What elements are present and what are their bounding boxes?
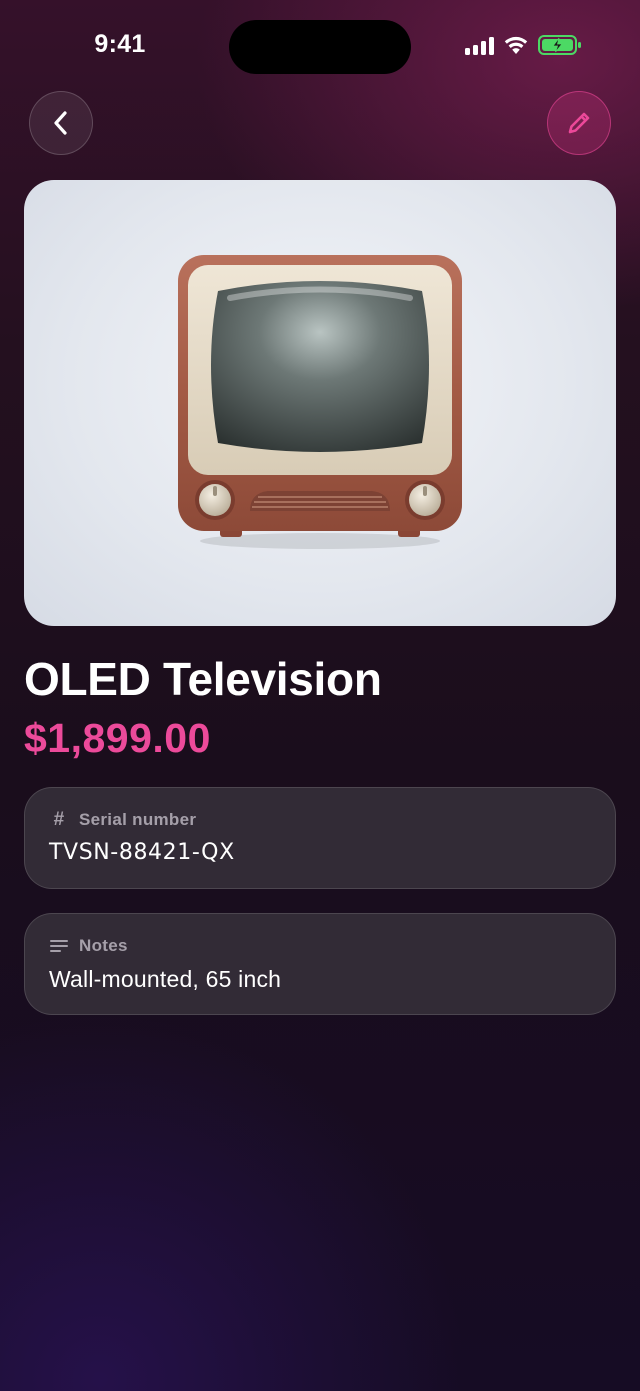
- serial-number-label-row: # Serial number: [49, 809, 197, 830]
- back-button[interactable]: [29, 91, 93, 155]
- edit-button[interactable]: [547, 91, 611, 155]
- wifi-icon: [504, 36, 528, 54]
- battery-charging-icon: [538, 35, 581, 55]
- notes-label: Notes: [79, 936, 128, 955]
- dynamic-island: [229, 20, 411, 74]
- notes-label-row: Notes: [49, 936, 128, 956]
- cellular-signal-icon: [465, 35, 494, 55]
- serial-number-label: Serial number: [79, 810, 197, 829]
- serial-number-card: # Serial number TVSN-88421-QX: [24, 787, 616, 889]
- item-price: $1,899.00: [24, 715, 211, 761]
- pencil-icon: [568, 112, 590, 134]
- item-title: OLED Television: [24, 653, 382, 705]
- notes-card: Notes Wall-mounted, 65 inch: [24, 913, 616, 1015]
- item-image: [24, 180, 616, 626]
- status-icons: [465, 34, 582, 56]
- serial-number-value: TVSN-88421-QX: [49, 840, 235, 865]
- status-bar: 9:41: [0, 0, 640, 96]
- hash-icon: #: [53, 809, 65, 830]
- text-lines-icon: [50, 940, 68, 952]
- chevron-left-icon: [54, 111, 67, 135]
- notes-value: Wall-mounted, 65 inch: [49, 966, 282, 992]
- television-icon: [178, 255, 462, 549]
- status-time: 9:41: [94, 30, 146, 58]
